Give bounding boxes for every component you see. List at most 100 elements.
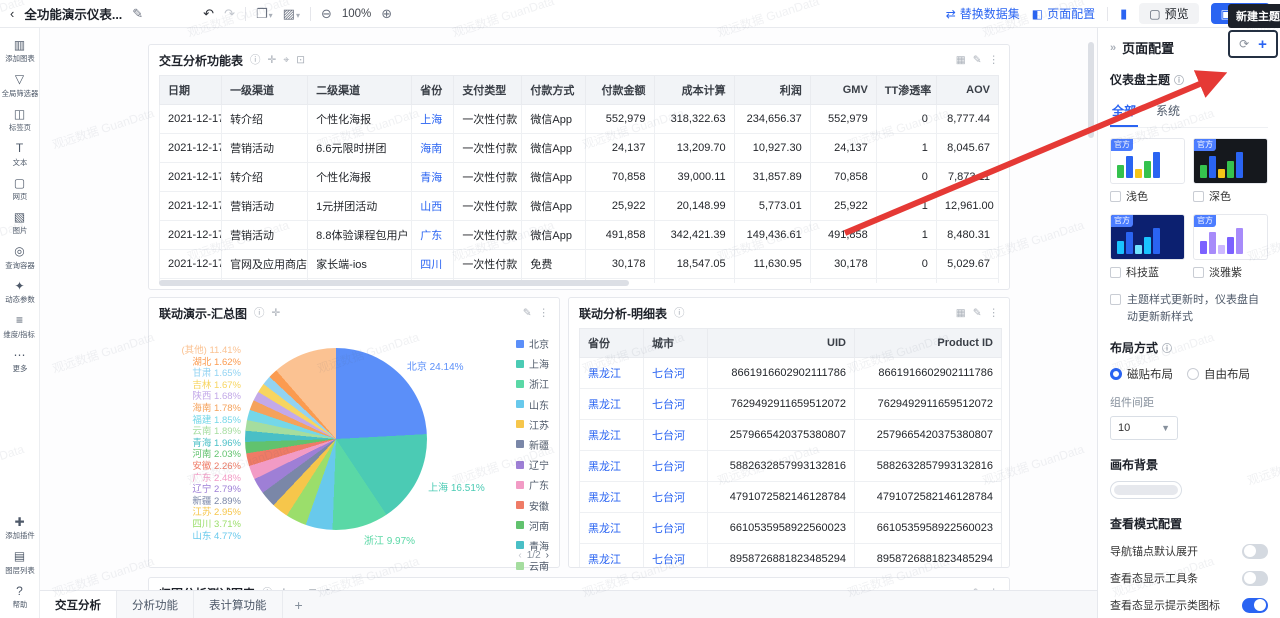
canvas-bg-color-input[interactable] — [1110, 481, 1182, 499]
sidebar-item-dimension-metric[interactable]: ≡维度/指标 — [0, 309, 39, 343]
theme-card-淡雅紫[interactable]: 官方淡雅紫 — [1193, 214, 1268, 280]
info-icon[interactable]: ⓘ — [674, 308, 685, 319]
table-row[interactable]: 黑龙江七台河5882632857993132816588263285799313… — [580, 451, 1002, 482]
layout-option-tile[interactable]: 磁贴布局 — [1110, 366, 1173, 382]
info-icon[interactable]: ⓘ — [1174, 72, 1184, 87]
back-icon[interactable]: ‹ — [10, 7, 14, 20]
tab-system-themes[interactable]: 系统 — [1154, 98, 1182, 127]
legend-item[interactable]: 安徽 — [516, 498, 549, 513]
table-row[interactable]: 黑龙江七台河8661916602902111786866191660290211… — [580, 358, 1002, 389]
info-icon[interactable]: ⓘ — [250, 55, 261, 66]
table-view-icon[interactable]: ▦ — [956, 55, 966, 66]
sidebar-item-more[interactable]: ⋯更多 — [0, 344, 39, 378]
table-cell[interactable]: 黑龙江 — [580, 451, 644, 482]
sidebar-item-tab-page[interactable]: ◫标签页 — [0, 103, 39, 137]
info-icon[interactable]: ⓘ — [254, 308, 265, 319]
mobile-layout-icon[interactable]: ▮ — [1120, 7, 1127, 20]
add-sheet-button[interactable]: + — [283, 591, 315, 618]
table-row[interactable]: 2021-12-17营销活动1元拼团活动山西一次性付款微信App25,92220… — [160, 192, 999, 221]
table-cell[interactable]: 黑龙江 — [580, 513, 644, 544]
pie-chart[interactable] — [245, 348, 427, 530]
table-row[interactable]: 黑龙江七台河2579665420375380807257966542037538… — [580, 420, 1002, 451]
copy-icon[interactable]: ❐▾ — [256, 7, 273, 20]
legend-next-icon[interactable]: › — [546, 550, 549, 561]
table-cell[interactable]: 黑龙江 — [580, 358, 644, 389]
table-cell[interactable]: 黑龙江 — [580, 544, 644, 568]
pin-icon[interactable]: ✛ — [272, 308, 281, 319]
new-theme-button[interactable]: + — [1258, 37, 1267, 52]
table-cell[interactable]: 七台河 — [644, 420, 708, 451]
tab-all-themes[interactable]: 全部 — [1110, 98, 1138, 127]
legend-prev-icon[interactable]: ‹ — [518, 550, 521, 561]
theme-card-深色[interactable]: 官方深色 — [1193, 138, 1268, 204]
table-cell[interactable]: 七台河 — [644, 389, 708, 420]
linkage-icon[interactable]: ⌖ — [283, 55, 289, 66]
table-view-icon[interactable]: ▦ — [956, 308, 966, 319]
more-icon[interactable]: ⋮ — [989, 55, 1000, 66]
chart-card-interactive-table[interactable]: 交互分析功能表 ⓘ ✛ ⌖ ⊡ ▦ ✎ ⋮ 日期一级渠道二级渠道省份支付类型付款… — [148, 44, 1010, 290]
sidebar-item-global-filter[interactable]: ▽全局筛选器 — [0, 68, 39, 102]
table-cell[interactable]: 海南 — [412, 134, 454, 163]
refresh-themes-icon[interactable]: ⟳ — [1239, 37, 1249, 51]
table-hscrollbar[interactable] — [159, 280, 629, 286]
legend-item[interactable]: 江苏 — [516, 417, 549, 432]
preview-button[interactable]: ▢预览 — [1139, 3, 1198, 24]
theme-checkbox[interactable] — [1110, 191, 1121, 202]
redo-icon[interactable]: ↷ — [224, 7, 235, 20]
sidebar-item-text[interactable]: T文本 — [0, 137, 39, 171]
table-row[interactable]: 2021-12-17营销活动6.6元限时拼团海南一次性付款微信App24,137… — [160, 134, 999, 163]
chart-card-detail-table[interactable]: 联动分析-明细表 ⓘ ▦ ✎ ⋮ 省份城市UIDProduct ID黑龙江七台河… — [568, 297, 1010, 568]
theme-checkbox[interactable] — [1193, 267, 1204, 278]
legend-item[interactable]: 广东 — [516, 477, 549, 492]
table-cell[interactable]: 黑龙江 — [580, 482, 644, 513]
zoom-out-icon[interactable]: ⊖ — [321, 7, 332, 20]
sidebar-item-query-container[interactable]: ◎查询容器 — [0, 240, 39, 274]
sidebar-item-help[interactable]: ?帮助 — [0, 580, 39, 614]
more-icon[interactable]: ⋮ — [539, 308, 550, 319]
table-row[interactable]: 2021-12-17转介绍个性化海报青海一次性付款微信App70,85839,0… — [160, 163, 999, 192]
table-cell[interactable]: 黑龙江 — [580, 420, 644, 451]
table-row[interactable]: 黑龙江七台河6610535958922560023661053595892256… — [580, 513, 1002, 544]
canvas-scrollbar[interactable] — [1088, 42, 1094, 138]
tab-analysis-functions[interactable]: 分析功能 — [117, 591, 194, 618]
table-cell[interactable]: 七台河 — [644, 482, 708, 513]
legend-item[interactable]: 浙江 — [516, 376, 549, 391]
theme-checkbox[interactable] — [1110, 267, 1121, 278]
zoom-in-icon[interactable]: ⊕ — [381, 7, 392, 20]
sidebar-item-dynamic-param[interactable]: ✦动态参数 — [0, 275, 39, 309]
edit-title-icon[interactable]: ✎ — [132, 7, 143, 20]
collapse-panel-icon[interactable]: » — [1110, 42, 1116, 54]
table-cell[interactable]: 山西 — [412, 192, 454, 221]
table-row[interactable]: 黑龙江七台河7629492911659512072762949291165951… — [580, 389, 1002, 420]
legend-item[interactable]: 北京 — [516, 336, 549, 351]
legend-item[interactable]: 辽宁 — [516, 457, 549, 472]
chart-card-pie[interactable]: 联动演示-汇总图 ⓘ ✛ ✎ ⋮ 北京 24.14%上海 16.51%浙江 9.… — [148, 297, 560, 568]
export-image-icon[interactable]: ▨▾ — [283, 7, 300, 20]
table-cell[interactable]: 四川 — [412, 250, 454, 279]
table-cell[interactable]: 七台河 — [644, 451, 708, 482]
table-row[interactable]: 2021-12-17营销活动8.8体验课程包用户广东一次性付款微信App491,… — [160, 221, 999, 250]
table-cell[interactable]: 上海 — [412, 105, 454, 134]
table-row[interactable]: 黑龙江七台河8958726881823485294895872688182348… — [580, 544, 1002, 568]
table-row[interactable]: 2021-12-17官网及应用商店家长端-ios四川一次性付款免费30,1781… — [160, 250, 999, 279]
tab-interactive-analysis[interactable]: 交互分析 — [40, 591, 117, 618]
theme-checkbox[interactable] — [1193, 191, 1204, 202]
page-config-button[interactable]: ◧页面配置 — [1032, 5, 1095, 22]
sidebar-item-add-chart[interactable]: ▥添加图表 — [0, 34, 39, 68]
table-cell[interactable]: 七台河 — [644, 358, 708, 389]
theme-card-科技蓝[interactable]: 官方科技蓝 — [1110, 214, 1185, 280]
export-icon[interactable]: ⊡ — [296, 55, 305, 66]
table-cell[interactable]: 黑龙江 — [580, 389, 644, 420]
spacing-select[interactable]: 10 ▼ — [1110, 416, 1178, 440]
sidebar-item-webpage[interactable]: ▢网页 — [0, 172, 39, 206]
toggle-查看态显示提示类图标[interactable] — [1242, 598, 1268, 613]
legend-item[interactable]: 河南 — [516, 518, 549, 533]
tab-table-calc[interactable]: 表计算功能 — [194, 591, 283, 618]
sidebar-item-image[interactable]: ▧图片 — [0, 206, 39, 240]
auto-update-checkbox[interactable] — [1110, 294, 1121, 305]
layout-option-free[interactable]: 自由布局 — [1187, 366, 1250, 382]
chart-card-attribution[interactable]: 归因分析测试图表 ⓘ ✛ ⌖ ⊡ ⟳ ✎ ⋮ — [148, 577, 1010, 590]
sidebar-item-layer-list[interactable]: ▤图层列表 — [0, 545, 39, 579]
table-row[interactable]: 2021-12-17转介绍个性化海报上海一次性付款微信App552,979318… — [160, 105, 999, 134]
table-cell[interactable]: 青海 — [412, 163, 454, 192]
